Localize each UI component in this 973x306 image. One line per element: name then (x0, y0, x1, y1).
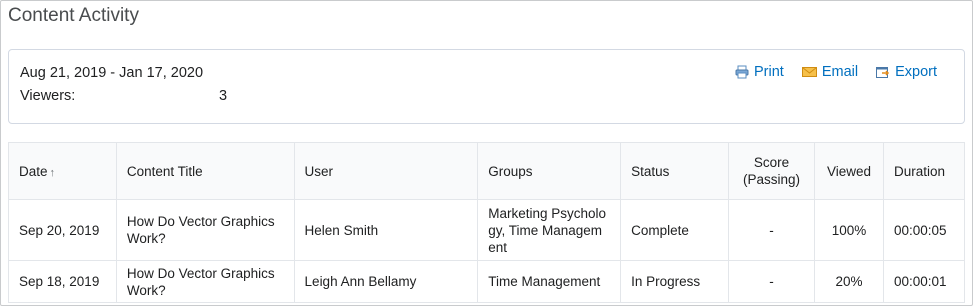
export-link[interactable]: Export (876, 64, 937, 80)
cell-date: Sep 20, 2019 (8, 199, 117, 261)
table-header-row: Date ↑ Content Title User Groups Status S… (8, 142, 966, 200)
action-links: Print Email Export (735, 64, 937, 80)
date-range: Aug 21, 2019 - Jan 17, 2020 (20, 65, 204, 81)
cell-date: Sep 18, 2019 (8, 260, 117, 303)
email-label: Email (821, 64, 859, 80)
cell-duration: 00:00:01 (882, 260, 966, 303)
cell-content-title: How Do Vector Graphics Work? (115, 199, 295, 261)
sort-ascending-icon: ↑ (49, 166, 56, 179)
column-header-groups[interactable]: Groups (477, 142, 622, 200)
column-header-duration[interactable]: Duration (882, 142, 966, 200)
viewers-label: Viewers: (20, 88, 76, 104)
cell-duration: 00:00:05 (882, 199, 966, 261)
cell-viewed: 100% (813, 199, 884, 261)
column-header-user[interactable]: User (293, 142, 479, 200)
cell-user: Helen Smith (293, 199, 479, 261)
column-header-viewed[interactable]: Viewed (813, 142, 884, 200)
cell-user: Leigh Ann Bellamy (293, 260, 479, 303)
cell-score: - (728, 260, 815, 303)
column-header-score[interactable]: Score (Passing) (728, 142, 815, 200)
cell-groups: Marketing Psycholo gy, Time Managem ent (477, 199, 622, 261)
table-row: Sep 20, 2019 How Do Vector Graphics Work… (8, 199, 966, 261)
column-header-status[interactable]: Status (620, 142, 729, 200)
cell-content-title: How Do Vector Graphics Work? (115, 260, 295, 303)
envelope-icon (801, 66, 817, 78)
email-link[interactable]: Email (801, 64, 859, 80)
cell-status: Complete (620, 199, 729, 261)
column-header-date[interactable]: Date ↑ (8, 142, 117, 200)
cell-groups: Time Management (477, 260, 622, 303)
print-label: Print (753, 64, 784, 80)
cell-score: - (728, 199, 815, 261)
page-title: Content Activity (8, 5, 139, 26)
print-link[interactable]: Print (735, 64, 784, 80)
export-icon (876, 66, 890, 79)
export-label: Export (895, 64, 937, 80)
printer-icon (735, 65, 749, 79)
activity-table: Date ↑ Content Title User Groups Status S… (8, 142, 966, 303)
column-header-content-title[interactable]: Content Title (115, 142, 295, 200)
table-row: Sep 18, 2019 How Do Vector Graphics Work… (8, 260, 966, 303)
summary-panel: Aug 21, 2019 - Jan 17, 2020 Viewers: 3 P… (8, 49, 965, 124)
cell-status: In Progress (620, 260, 729, 303)
cell-viewed: 20% (813, 260, 884, 303)
viewers-count: 3 (219, 88, 228, 104)
